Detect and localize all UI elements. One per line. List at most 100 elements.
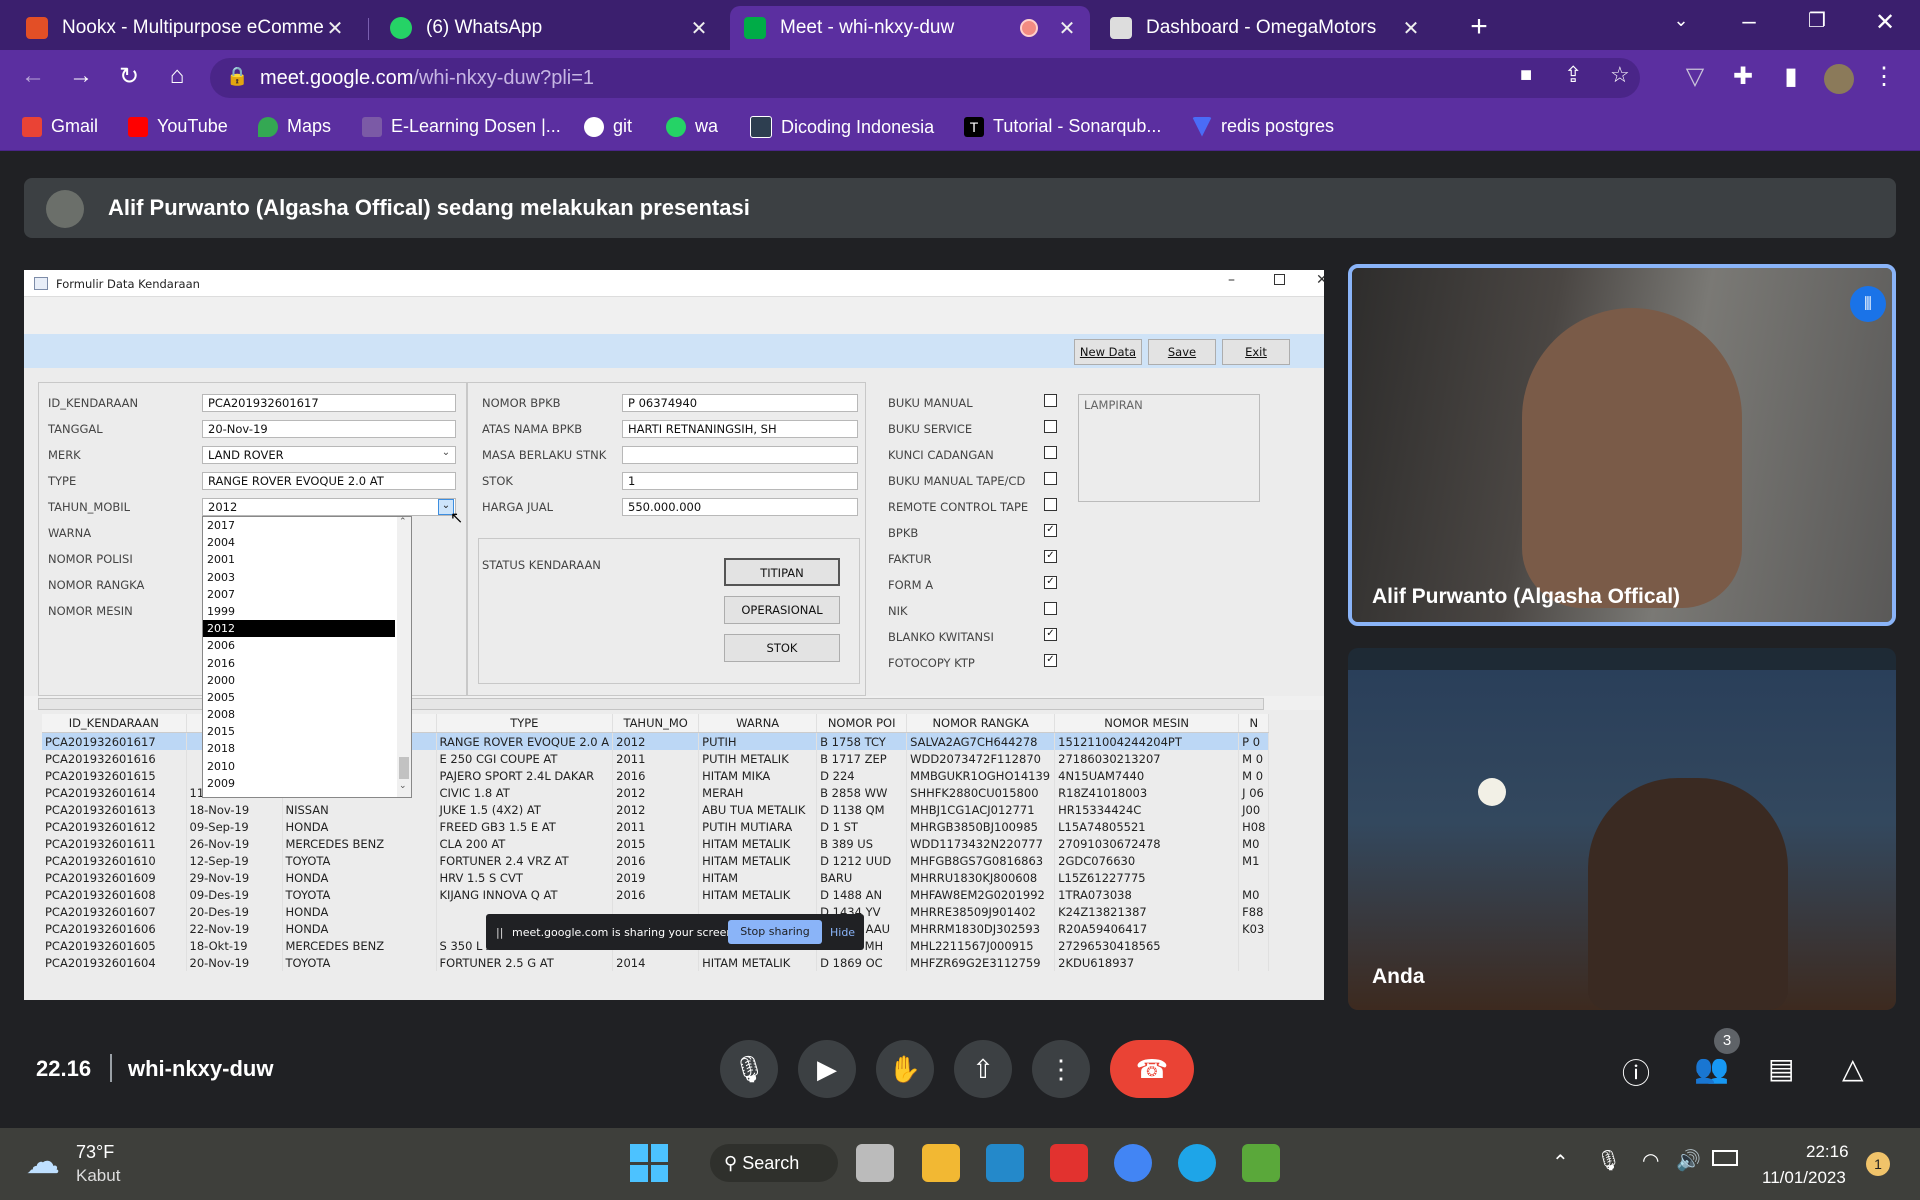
home-icon[interactable]: ⌂ (162, 62, 192, 90)
titipan-button[interactable]: TITIPAN (724, 558, 840, 586)
dropdown-option[interactable]: 2000 (203, 672, 395, 689)
bookmark-sonarqube[interactable]: T Tutorial - Sonarqub... (964, 116, 1161, 137)
edge-icon[interactable] (1178, 1144, 1216, 1182)
scroll-up-icon[interactable]: ⌃ (399, 517, 407, 527)
tanggal-field[interactable]: 20-Nov-19 (202, 420, 456, 438)
minimize-window-icon[interactable]: – (1734, 8, 1764, 36)
fotocopy-ktp-checkbox[interactable]: ✓ (1044, 654, 1057, 667)
meeting-info-icon[interactable]: ⓘ (1622, 1052, 1650, 1092)
column-header[interactable]: N (1238, 714, 1270, 733)
file-explorer-icon[interactable] (922, 1144, 960, 1182)
taskbar-search-box[interactable]: ⚲ Search (710, 1144, 838, 1182)
tab-nookx[interactable]: Nookx - Multipurpose eCommerce ✕ (12, 6, 358, 50)
dropdown-option[interactable]: 2006 (203, 637, 395, 654)
tahun-dropdown-list[interactable]: 2017 2004 2001 2003 2007 1999 2012 2006 2016 2000… (202, 516, 412, 798)
tab-search-chevron-icon[interactable]: ⌄ (1666, 10, 1696, 31)
tab-whatsapp[interactable]: (6) WhatsApp ✕ (376, 6, 722, 50)
masa-berlaku-stnk-field[interactable] (622, 446, 858, 464)
tray-microphone-icon[interactable]: 🎙 (1596, 1148, 1621, 1173)
merk-dropdown-icon[interactable]: ⌄ (438, 447, 454, 463)
table-row[interactable]: PCA201932601613 18-Nov-19 NISSAN JUKE 1.5 (… (42, 801, 1270, 818)
app-minimize-icon[interactable]: – (1228, 272, 1235, 288)
tahun-mobil-select[interactable]: 2012 (202, 498, 456, 516)
reload-icon[interactable]: ↻ (114, 62, 144, 91)
stok-button[interactable]: STOK (724, 634, 840, 662)
people-icon[interactable]: 👥 (1694, 1052, 1729, 1085)
table-row[interactable]: PCA201932601610 12-Sep-19 TOYOTA FORTUNER 2… (42, 852, 1270, 869)
close-window-icon[interactable]: ✕ (1870, 8, 1900, 37)
clock-time[interactable]: 22:16 (1806, 1142, 1849, 1162)
dropdown-option[interactable]: 2008 (203, 706, 395, 723)
more-options-button[interactable]: ⋮ (1032, 1040, 1090, 1098)
raise-hand-button[interactable]: ✋ (876, 1040, 934, 1098)
bookmark-redis[interactable]: redis postgres (1192, 116, 1334, 137)
weather-temperature[interactable]: 73°F (76, 1142, 114, 1163)
share-icon[interactable]: ⇪ (1564, 62, 1582, 88)
dropdown-option[interactable]: 2005 (203, 689, 395, 706)
access-app-icon[interactable] (1242, 1144, 1280, 1182)
stop-sharing-button[interactable]: Stop sharing (728, 920, 822, 944)
dropdown-option[interactable]: 2007 (203, 586, 395, 603)
save-button[interactable]: Save (1148, 339, 1216, 365)
form-a-checkbox[interactable]: ✓ (1044, 576, 1057, 589)
remote-control-tape-checkbox[interactable] (1044, 498, 1057, 511)
task-view-icon[interactable] (856, 1144, 894, 1182)
dropdown-option[interactable]: 1999 (203, 603, 395, 620)
close-tab-icon[interactable]: ✕ (324, 16, 346, 41)
bookmark-wa[interactable]: wa (666, 116, 718, 137)
volume-icon[interactable]: 🔊 (1676, 1148, 1701, 1173)
forward-icon[interactable]: → (66, 62, 96, 90)
table-row[interactable]: PCA201932601604 20-Nov-19 TOYOTA FORTUNER 2… (42, 954, 1270, 971)
tray-overflow-icon[interactable]: ⌃ (1552, 1150, 1569, 1175)
bookmark-star-icon[interactable]: ☆ (1610, 62, 1630, 88)
bookmark-maps[interactable]: Maps (258, 116, 331, 137)
buku-manual-checkbox[interactable] (1044, 394, 1057, 407)
column-header[interactable]: NOMOR RANGKA (906, 714, 1056, 733)
bookmark-dicoding[interactable]: Dicoding Indonesia (750, 116, 934, 138)
column-header[interactable]: NOMOR POI (816, 714, 908, 733)
bookmark-git[interactable]: git (584, 116, 632, 137)
bpkb-checkbox[interactable]: ✓ (1044, 524, 1057, 537)
hide-sharing-button[interactable]: Hide (830, 926, 855, 939)
chrome-icon[interactable] (1114, 1144, 1152, 1182)
table-row[interactable]: PCA201932601609 29-Nov-19 HONDA HRV 1.5 S C… (42, 869, 1270, 886)
column-header[interactable]: TYPE (436, 714, 614, 733)
vscode-icon[interactable] (986, 1144, 1024, 1182)
microphone-button[interactable]: 🎙 (720, 1040, 778, 1098)
windows-start-icon[interactable] (630, 1144, 668, 1182)
camera-button[interactable]: ▶ (798, 1040, 856, 1098)
dropdown-option[interactable]: 2016 (203, 655, 395, 672)
column-header[interactable]: ID_KENDARAAN (42, 714, 187, 733)
dropdown-option[interactable]: 2012 (203, 620, 395, 638)
app-close-icon[interactable]: ✕ (1316, 272, 1324, 288)
participant-tile-presenter[interactable]: ⦀ (1348, 264, 1896, 626)
dropdown-option[interactable]: 2003 (203, 569, 395, 586)
close-tab-icon[interactable]: ✕ (688, 16, 710, 41)
bookmark-elearning[interactable]: E-Learning Dosen |... (362, 116, 561, 137)
wps-office-icon[interactable] (1050, 1144, 1088, 1182)
activities-icon[interactable]: △ (1842, 1052, 1864, 1085)
id-kendaraan-field[interactable]: PCA201932601617 (202, 394, 456, 412)
participant-tile-self[interactable] (1348, 648, 1896, 1010)
battery-icon[interactable] (1712, 1150, 1738, 1166)
nik-checkbox[interactable] (1044, 602, 1057, 615)
bookmark-youtube[interactable]: YouTube (128, 116, 228, 137)
browser-menu-icon[interactable]: ⋮ (1872, 62, 1896, 91)
weather-condition[interactable]: Kabut (76, 1166, 120, 1186)
type-field[interactable]: RANGE ROVER EVOQUE 2.0 AT (202, 472, 456, 490)
column-header[interactable]: TAHUN_MO (612, 714, 700, 733)
close-tab-icon[interactable]: ✕ (1056, 16, 1078, 41)
kunci-cadangan-checkbox[interactable] (1044, 446, 1057, 459)
column-header[interactable]: NOMOR MESIN (1054, 714, 1240, 733)
back-icon[interactable]: ← (18, 62, 48, 90)
new-tab-icon[interactable]: + (1464, 10, 1494, 44)
app-maximize-icon[interactable] (1274, 274, 1285, 285)
faktur-checkbox[interactable]: ✓ (1044, 550, 1057, 563)
dropdown-option[interactable]: 2015 (203, 723, 395, 740)
dropdown-option[interactable]: 2017 (203, 517, 395, 534)
new-data-button[interactable]: New Data (1074, 339, 1142, 365)
present-screen-button[interactable]: ⇧ (954, 1040, 1012, 1098)
scroll-down-icon[interactable]: ⌄ (399, 781, 407, 791)
camera-icon[interactable]: ■ (1520, 64, 1532, 87)
tab-dashboard[interactable]: Dashboard - OmegaMotors ✕ (1096, 6, 1434, 50)
